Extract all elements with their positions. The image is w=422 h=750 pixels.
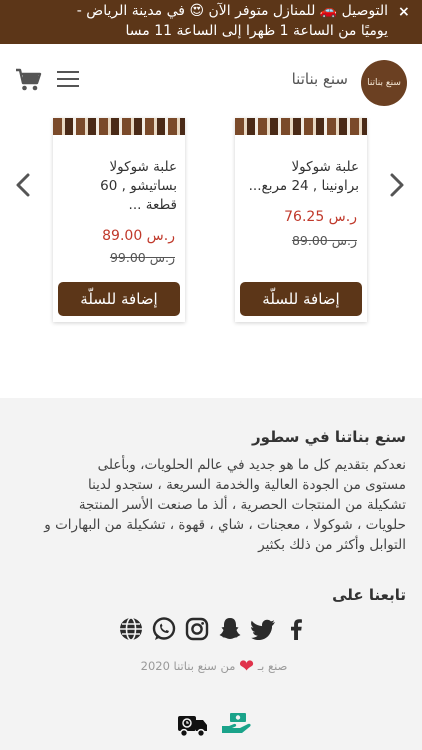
whatsapp-icon[interactable] xyxy=(151,616,177,642)
made-suffix: من سنع بناتنا 2020 xyxy=(140,659,236,673)
brand-name: سنع بناتنا xyxy=(291,70,348,88)
twitter-icon[interactable] xyxy=(250,616,276,642)
product-card[interactable]: علبة شوكولا براونينا , 24 مربع... ر.س 76… xyxy=(235,118,367,322)
announcement-line-1: التوصيل 🚗 للمنازل متوفر الآن 😍 في مدينة … xyxy=(76,3,388,19)
site-footer: سنع بناتنا في سطور نعدكم بتقديم كل ما هو… xyxy=(0,398,422,750)
handshake-money-icon xyxy=(220,710,254,740)
product-name[interactable]: علبة شوكولا بساتيشو , 60 قطعة ... xyxy=(59,158,177,215)
product-image[interactable] xyxy=(53,118,185,135)
service-icons xyxy=(176,710,256,740)
made-with-love: صنع بـ ❤ من سنع بناتنا 2020 xyxy=(124,656,304,677)
carousel-prev-arrow-icon[interactable] xyxy=(14,172,32,198)
product-image[interactable] xyxy=(235,118,367,135)
product-card[interactable]: علبة شوكولا بساتيشو , 60 قطعة ... ر.س 89… xyxy=(53,118,185,322)
carousel-next-arrow-icon[interactable] xyxy=(388,172,406,198)
announcement-bar: × التوصيل 🚗 للمنازل متوفر الآن 😍 في مدين… xyxy=(0,0,422,44)
about-text: نعدكم بتقديم كل ما هو جديد في عالم الحلو… xyxy=(44,457,406,553)
product-name[interactable]: علبة شوكولا براونينا , 24 مربع... xyxy=(241,158,359,196)
cart-icon[interactable] xyxy=(14,67,42,93)
product-price: ر.س 76.25 xyxy=(284,209,357,225)
product-price: ر.س 89.00 xyxy=(102,228,175,244)
product-old-price: ر.س 89.00 xyxy=(291,233,357,248)
product-old-price: ر.س 99.00 xyxy=(109,250,175,265)
made-prefix: صنع بـ xyxy=(257,659,288,673)
announcement-line-2: يوميًا من الساعة 1 ظهرا إلى الساعة 11 مس… xyxy=(125,23,388,39)
instagram-icon[interactable] xyxy=(184,616,210,642)
social-links xyxy=(118,616,308,642)
site-header: سنع بناتنا سنع بناتنا xyxy=(0,44,422,118)
globe-icon[interactable] xyxy=(118,616,144,642)
facebook-icon[interactable] xyxy=(283,616,309,642)
hamburger-icon[interactable] xyxy=(57,71,79,89)
close-announcement-button[interactable]: × xyxy=(398,4,410,20)
add-to-cart-button[interactable]: إضافة للسلّة xyxy=(240,282,362,316)
about-title: سنع بناتنا في سطور xyxy=(252,428,406,446)
logo[interactable]: سنع بناتنا xyxy=(361,60,407,106)
heart-icon: ❤ xyxy=(239,656,255,677)
snapchat-icon[interactable] xyxy=(217,616,243,642)
follow-title: تابعنا على xyxy=(332,586,406,604)
delivery-truck-icon xyxy=(176,710,210,740)
add-to-cart-button[interactable]: إضافة للسلّة xyxy=(58,282,180,316)
